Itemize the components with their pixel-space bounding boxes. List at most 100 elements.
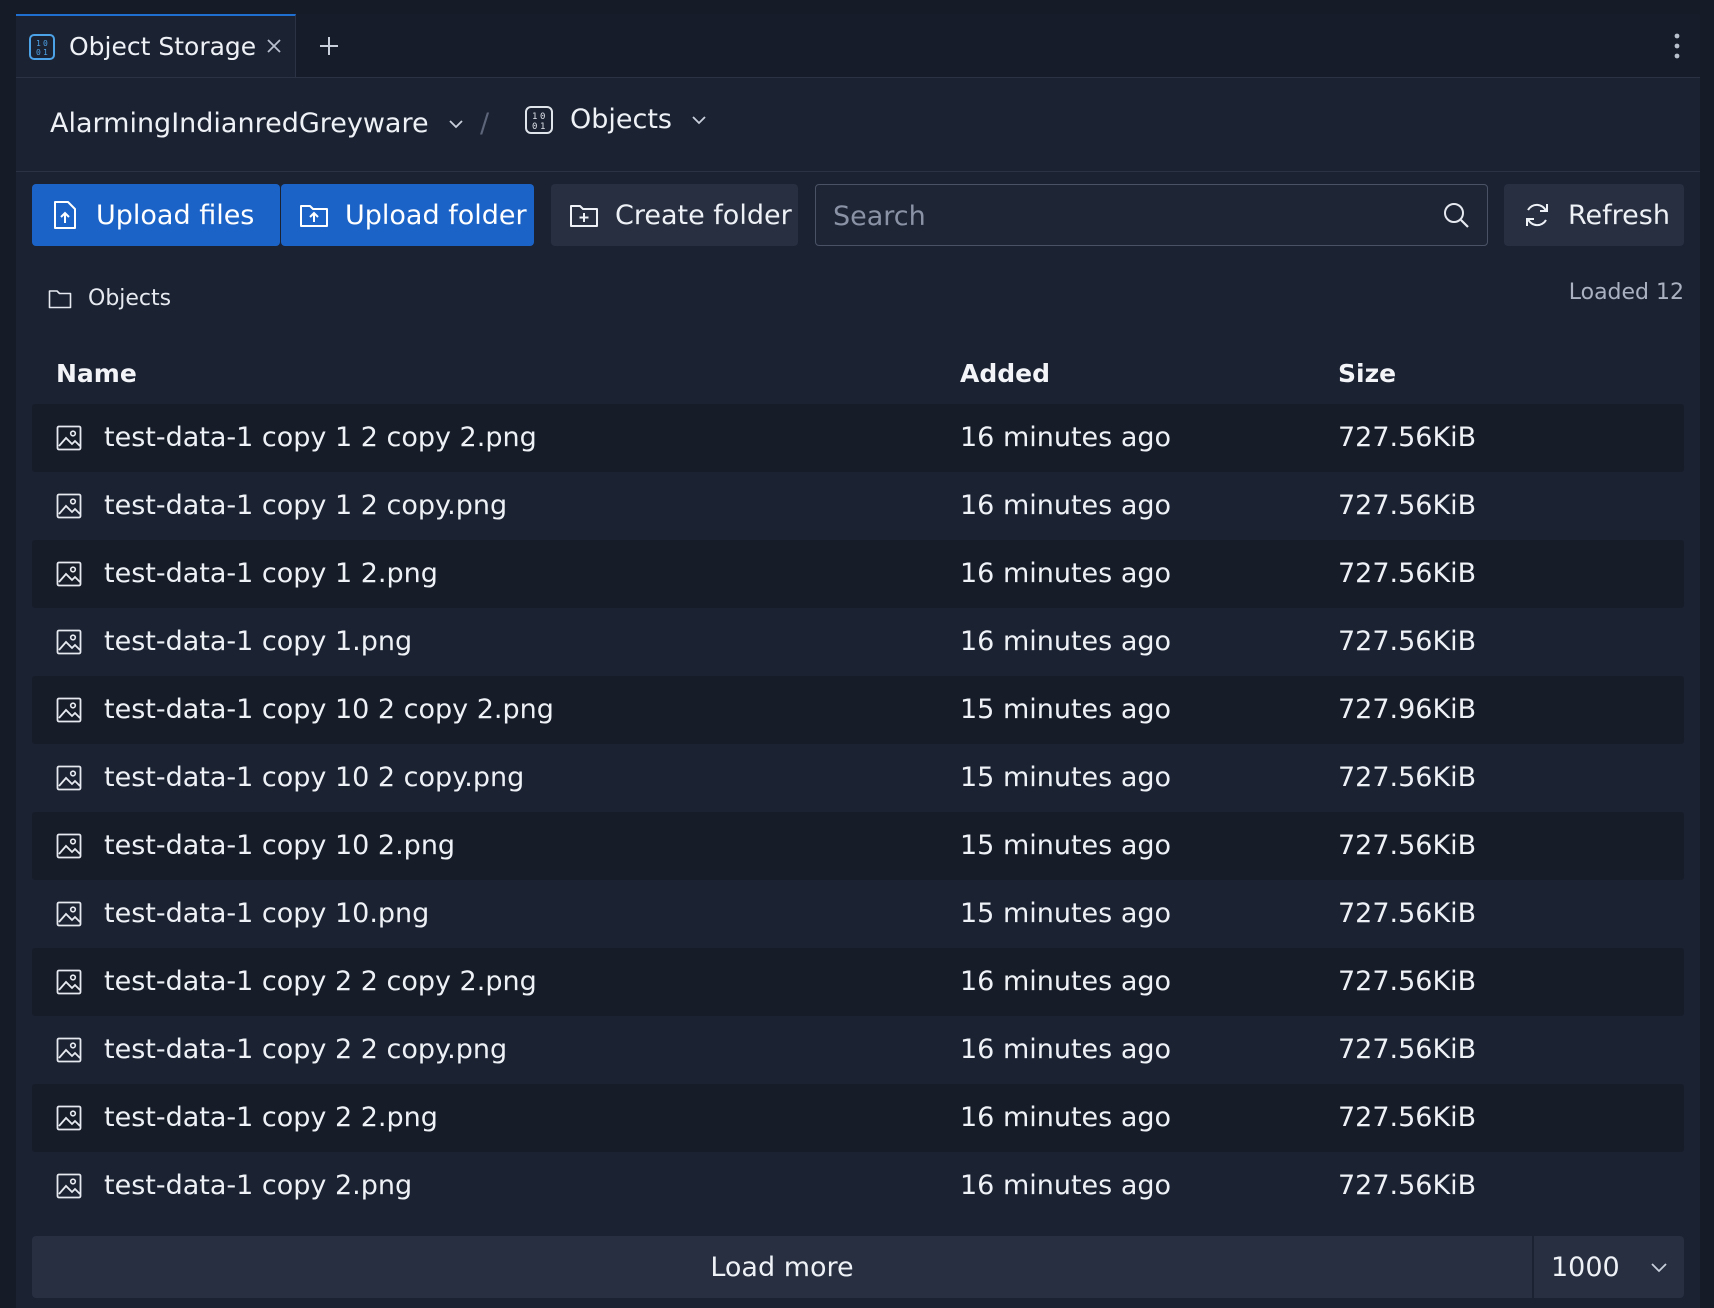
image-file-icon bbox=[55, 900, 83, 928]
upload-folder-label: Upload folder bbox=[345, 199, 527, 231]
svg-text:0: 0 bbox=[36, 48, 41, 57]
object-name[interactable]: test-data-1 copy 2 2 copy.png bbox=[104, 1034, 507, 1065]
svg-text:0: 0 bbox=[532, 122, 537, 132]
svg-text:1: 1 bbox=[540, 122, 545, 132]
image-file-icon bbox=[55, 424, 83, 452]
section-label: Objects bbox=[570, 104, 673, 135]
object-added: 15 minutes ago bbox=[960, 762, 1172, 793]
chevron-down-icon bbox=[1646, 1254, 1672, 1280]
tab-object-storage[interactable]: 1 0 0 1 Object Storage bbox=[16, 14, 296, 77]
image-file-icon bbox=[55, 1104, 83, 1132]
object-name[interactable]: test-data-1 copy 10 2 copy 2.png bbox=[104, 694, 554, 725]
table-row[interactable]: test-data-1 copy 1.png 16 minutes ago 72… bbox=[32, 608, 1684, 676]
object-name[interactable]: test-data-1 copy 1 2 copy.png bbox=[104, 490, 507, 521]
column-header-name[interactable]: Name bbox=[56, 359, 137, 388]
table-row[interactable]: test-data-1 copy 2 2.png 16 minutes ago … bbox=[32, 1084, 1684, 1152]
column-header-size[interactable]: Size bbox=[1338, 359, 1396, 388]
object-name[interactable]: test-data-1 copy 2.png bbox=[104, 1170, 412, 1201]
object-added: 16 minutes ago bbox=[960, 1170, 1172, 1201]
image-file-icon bbox=[55, 492, 83, 520]
image-file-icon bbox=[55, 1172, 83, 1200]
object-added: 15 minutes ago bbox=[960, 898, 1172, 929]
object-size: 727.56KiB bbox=[1338, 558, 1477, 589]
object-name[interactable]: test-data-1 copy 1 2.png bbox=[104, 558, 438, 589]
object-size: 727.56KiB bbox=[1338, 1170, 1477, 1201]
object-name[interactable]: test-data-1 copy 2 2.png bbox=[104, 1102, 438, 1133]
object-added: 16 minutes ago bbox=[960, 626, 1172, 657]
folder-upload-icon bbox=[299, 200, 329, 230]
object-size: 727.56KiB bbox=[1338, 1102, 1477, 1133]
page-size-select[interactable]: 1000 bbox=[1534, 1236, 1684, 1298]
image-file-icon bbox=[55, 628, 83, 656]
object-name[interactable]: test-data-1 copy 1 2 copy 2.png bbox=[104, 422, 537, 453]
upload-files-button[interactable]: Upload files bbox=[32, 184, 280, 246]
object-added: 15 minutes ago bbox=[960, 694, 1172, 725]
upload-folder-button[interactable]: Upload folder bbox=[281, 184, 534, 246]
search-field bbox=[815, 184, 1488, 247]
object-storage-app: 1 0 0 1 Object Storage AlarmingIndianred… bbox=[16, 14, 1700, 1308]
table-row[interactable]: test-data-1 copy 10 2 copy 2.png 15 minu… bbox=[32, 676, 1684, 744]
table-row[interactable]: test-data-1 copy 2 2 copy 2.png 16 minut… bbox=[32, 948, 1684, 1016]
object-added: 16 minutes ago bbox=[960, 1034, 1172, 1065]
svg-text:0: 0 bbox=[540, 112, 545, 122]
table-row[interactable]: test-data-1 copy 10.png 15 minutes ago 7… bbox=[32, 880, 1684, 948]
refresh-icon bbox=[1522, 200, 1552, 230]
file-upload-icon bbox=[50, 200, 80, 230]
binary-storage-icon: 1 0 0 1 bbox=[29, 33, 55, 60]
table-header: Name Added Size bbox=[32, 344, 1684, 398]
table-row[interactable]: test-data-1 copy 1 2.png 16 minutes ago … bbox=[32, 540, 1684, 608]
refresh-button[interactable]: Refresh bbox=[1504, 184, 1684, 246]
object-added: 15 minutes ago bbox=[960, 830, 1172, 861]
binary-storage-icon: 1 0 0 1 bbox=[524, 105, 554, 135]
search-input[interactable] bbox=[816, 185, 1435, 247]
folder-add-icon bbox=[569, 200, 599, 230]
object-size: 727.56KiB bbox=[1338, 898, 1477, 929]
object-name[interactable]: test-data-1 copy 10 2 copy.png bbox=[104, 762, 524, 793]
loaded-count: Loaded 12 bbox=[1568, 280, 1684, 305]
current-path[interactable]: Objects bbox=[48, 286, 171, 311]
object-added: 16 minutes ago bbox=[960, 490, 1172, 521]
image-file-icon bbox=[55, 832, 83, 860]
table-row[interactable]: test-data-1 copy 1 2 copy.png 16 minutes… bbox=[32, 472, 1684, 540]
create-folder-button[interactable]: Create folder bbox=[551, 184, 798, 246]
refresh-label: Refresh bbox=[1568, 199, 1670, 231]
add-tab-icon[interactable] bbox=[315, 32, 343, 60]
bucket-name: AlarmingIndianredGreyware bbox=[50, 108, 429, 139]
image-file-icon bbox=[55, 560, 83, 588]
breadcrumb-separator: / bbox=[480, 108, 490, 139]
chevron-down-icon bbox=[447, 118, 465, 130]
folder-icon bbox=[48, 287, 72, 311]
bucket-selector[interactable]: AlarmingIndianredGreyware bbox=[50, 108, 465, 139]
object-name[interactable]: test-data-1 copy 10.png bbox=[104, 898, 429, 929]
section-selector[interactable]: 1 0 0 1 Objects bbox=[524, 104, 708, 135]
table-row[interactable]: test-data-1 copy 2.png 16 minutes ago 72… bbox=[32, 1152, 1684, 1220]
image-file-icon bbox=[55, 696, 83, 724]
more-vertical-icon[interactable] bbox=[1670, 30, 1684, 62]
path-label: Objects bbox=[88, 286, 172, 311]
chevron-down-icon bbox=[690, 114, 708, 126]
object-name[interactable]: test-data-1 copy 2 2 copy 2.png bbox=[104, 966, 537, 997]
object-size: 727.56KiB bbox=[1338, 762, 1477, 793]
object-name[interactable]: test-data-1 copy 1.png bbox=[104, 626, 412, 657]
image-file-icon bbox=[55, 1036, 83, 1064]
svg-text:1: 1 bbox=[532, 112, 537, 122]
table-row[interactable]: test-data-1 copy 2 2 copy.png 16 minutes… bbox=[32, 1016, 1684, 1084]
tab-bar: 1 0 0 1 Object Storage bbox=[16, 14, 1700, 78]
svg-text:0: 0 bbox=[43, 39, 48, 48]
table-row[interactable]: test-data-1 copy 1 2 copy 2.png 16 minut… bbox=[32, 404, 1684, 472]
column-header-added[interactable]: Added bbox=[960, 359, 1050, 388]
breadcrumb: AlarmingIndianredGreyware / 1 0 0 1 Obje… bbox=[16, 78, 1700, 172]
table-row[interactable]: test-data-1 copy 10 2 copy.png 15 minute… bbox=[32, 744, 1684, 812]
svg-text:1: 1 bbox=[36, 39, 41, 48]
object-added: 16 minutes ago bbox=[960, 558, 1172, 589]
object-added: 16 minutes ago bbox=[960, 422, 1172, 453]
close-icon[interactable] bbox=[263, 35, 285, 57]
page-size-value: 1000 bbox=[1551, 1252, 1620, 1283]
object-size: 727.56KiB bbox=[1338, 422, 1477, 453]
search-icon[interactable] bbox=[1441, 200, 1471, 230]
object-size: 727.56KiB bbox=[1338, 830, 1477, 861]
create-folder-label: Create folder bbox=[615, 199, 792, 231]
load-more-button[interactable]: Load more bbox=[32, 1236, 1532, 1298]
table-row[interactable]: test-data-1 copy 10 2.png 15 minutes ago… bbox=[32, 812, 1684, 880]
object-name[interactable]: test-data-1 copy 10 2.png bbox=[104, 830, 455, 861]
